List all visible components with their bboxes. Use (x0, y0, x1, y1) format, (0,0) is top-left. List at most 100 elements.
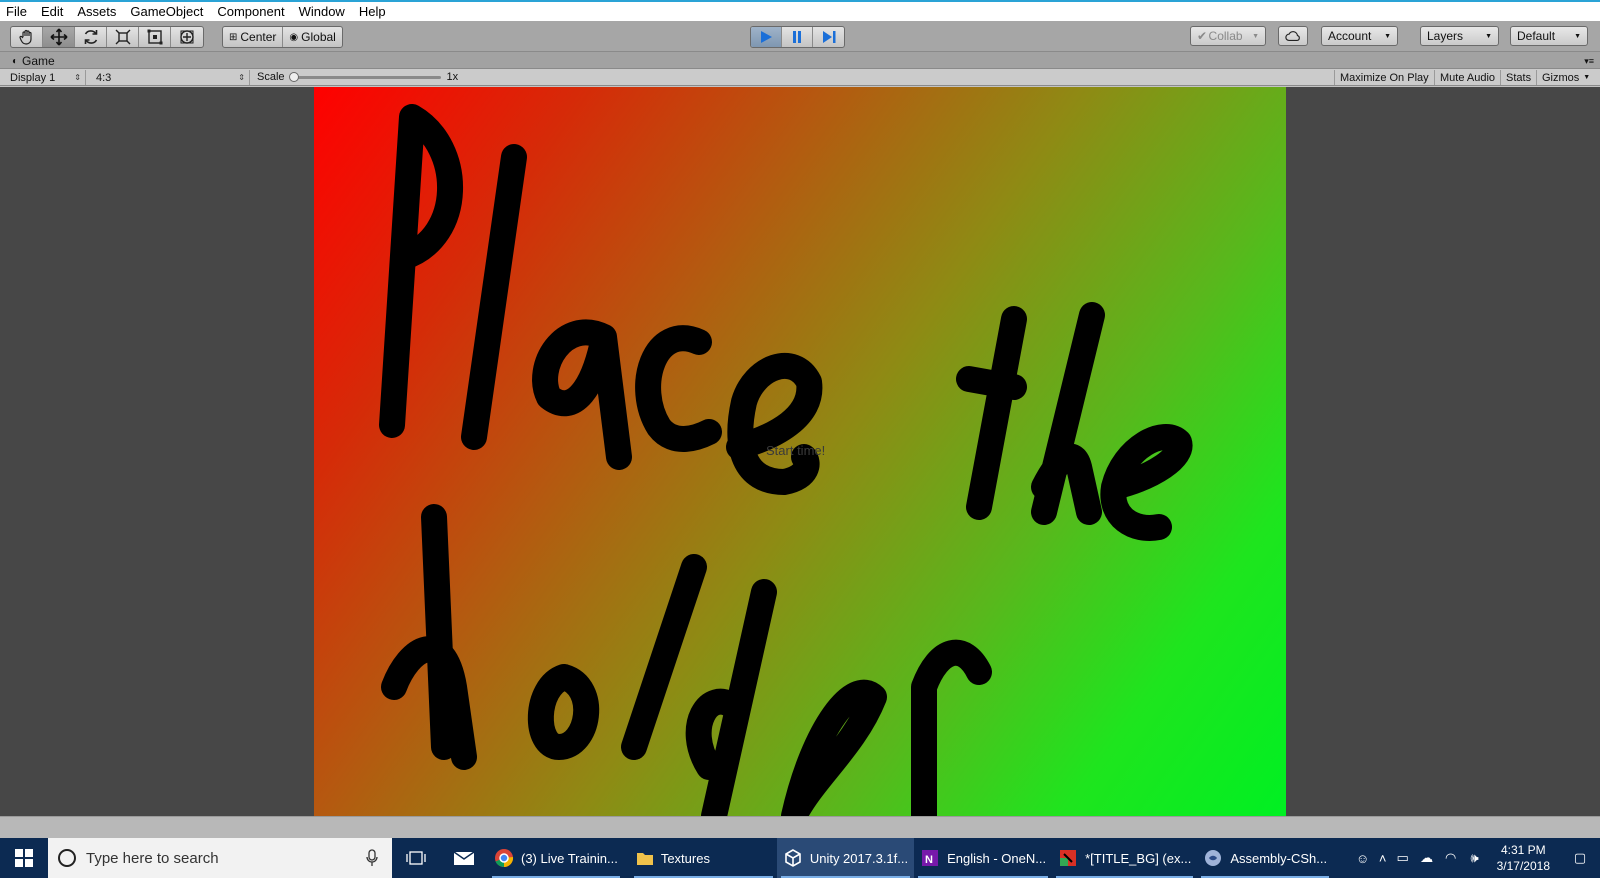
pause-button[interactable] (782, 27, 813, 47)
aspect-dropdown[interactable]: 4:3 ⇕ (92, 70, 250, 85)
move-tool-button[interactable] (43, 27, 75, 47)
caret-down-icon: ▼ (1583, 74, 1591, 81)
onenote-icon: N (922, 850, 939, 866)
menu-edit[interactable]: Edit (41, 4, 63, 19)
panel-menu-icon[interactable]: ▾≡ (1584, 56, 1594, 67)
step-button[interactable] (813, 27, 844, 47)
clock-date: 3/17/2018 (1496, 859, 1550, 873)
gizmos-dropdown[interactable]: Gizmos ▼ (1536, 70, 1595, 85)
action-center-icon[interactable]: ▢ (1560, 838, 1600, 878)
pivot-center-button[interactable]: ⊞ Center (223, 27, 284, 47)
taskbar-clock[interactable]: 4:31 PM 3/17/2018 (1487, 842, 1560, 874)
display-dropdown[interactable]: Display 1 ⇕ (6, 70, 86, 85)
layout-dropdown[interactable]: Default ▼ (1510, 26, 1588, 46)
app-label: Assembly-CSh... (1230, 850, 1328, 866)
menu-help[interactable]: Help (359, 4, 386, 19)
onedrive-icon[interactable]: ☁ (1415, 838, 1439, 878)
pivot-global-label: Global (301, 30, 336, 44)
caret-down-icon: ▼ (1574, 32, 1581, 40)
account-dropdown[interactable]: Account ▼ (1321, 26, 1398, 46)
game-view: Start time! (0, 87, 1600, 816)
app-label: *[TITLE_BG] (ex... (1085, 850, 1192, 866)
cortana-icon (58, 849, 76, 867)
scale-slider[interactable] (288, 71, 441, 82)
status-bar (0, 816, 1600, 838)
clock-time: 4:31 PM (1500, 843, 1546, 857)
transform-tool-button[interactable] (171, 27, 203, 47)
caret-down-icon: ▼ (1252, 32, 1259, 40)
taskbar-app-onenote[interactable]: N English - OneN... (914, 838, 1052, 878)
volume-icon[interactable]: 🕪 (1463, 838, 1487, 878)
aspect-label: 4:3 (96, 71, 112, 84)
checkmark-icon: ✔ (1197, 29, 1208, 43)
mute-audio-toggle[interactable]: Mute Audio (1434, 70, 1500, 85)
menu-file[interactable]: File (6, 4, 27, 19)
display-label: Display 1 (10, 71, 56, 84)
wifi-icon[interactable]: ◠ (1439, 838, 1463, 878)
caret-down-icon: ▼ (1384, 32, 1391, 40)
collab-label: Collab (1208, 29, 1243, 43)
transform-icon (180, 30, 194, 44)
chevron-up-icon[interactable]: ˄ (1375, 838, 1391, 878)
taskbar-app-chrome[interactable]: (3) Live Trainin... (488, 838, 624, 878)
collab-dropdown[interactable]: ✔ Collab ▼ (1190, 26, 1266, 46)
game-canvas[interactable]: Start time! (314, 87, 1286, 816)
updown-icon: ⇕ (238, 73, 245, 82)
tab-game[interactable]: ◐ Game (4, 53, 65, 69)
task-view-button[interactable] (392, 838, 440, 878)
start-time-text: Start time! (766, 443, 826, 458)
visualstudio-icon (1205, 850, 1222, 866)
start-button[interactable] (0, 838, 48, 878)
unity-icon (785, 849, 801, 867)
folder-icon (636, 853, 653, 865)
cloud-icon (1285, 31, 1300, 42)
taskbar-app-paint[interactable]: *[TITLE_BG] (ex... (1052, 838, 1197, 878)
taskbar-app-visualstudio[interactable]: Assembly-CSh... (1197, 838, 1333, 878)
taskbar-search-box[interactable]: Type here to search (48, 838, 392, 878)
svg-text:N: N (925, 854, 933, 866)
search-placeholder: Type here to search (86, 849, 219, 867)
menu-assets[interactable]: Assets (77, 4, 116, 19)
app-label: (3) Live Trainin... (521, 850, 618, 866)
pivot-center-label: Center (240, 30, 277, 44)
rect-tool-button[interactable] (139, 27, 171, 47)
layers-dropdown[interactable]: Layers ▼ (1420, 26, 1499, 46)
taskbar-app-explorer[interactable]: Textures (630, 838, 777, 878)
caret-down-icon: ▼ (1485, 32, 1492, 40)
layout-label: Default (1517, 29, 1556, 43)
system-tray: ☺ ˄ ▭ ☁ ◠ 🕪 4:31 PM 3/17/2018 ▢ (1351, 838, 1600, 878)
transform-tools (10, 26, 204, 48)
app-label: Unity 2017.3.1f... (809, 850, 909, 866)
scale-label: Scale (257, 71, 285, 83)
maximize-on-play-toggle[interactable]: Maximize On Play (1334, 70, 1434, 85)
play-button[interactable] (751, 27, 782, 47)
cloud-button[interactable] (1278, 26, 1308, 46)
battery-icon[interactable]: ▭ (1391, 838, 1415, 878)
people-icon[interactable]: ☺ (1351, 838, 1375, 878)
stats-label: Stats (1506, 71, 1532, 84)
updown-icon: ⇕ (74, 73, 81, 82)
rotate-icon (84, 30, 97, 44)
scale-slider-handle[interactable] (288, 71, 299, 82)
microphone-icon[interactable] (366, 849, 378, 867)
step-icon (822, 31, 835, 43)
mail-button[interactable] (440, 838, 488, 878)
account-label: Account (1328, 29, 1372, 43)
stats-toggle[interactable]: Stats (1500, 70, 1536, 85)
menu-window[interactable]: Window (299, 4, 345, 19)
menu-gameobject[interactable]: GameObject (130, 4, 203, 19)
move-icon (49, 28, 68, 46)
paint-icon (1060, 850, 1077, 866)
mute-label: Mute Audio (1440, 71, 1496, 84)
taskbar-app-unity[interactable]: Unity 2017.3.1f... (776, 838, 915, 878)
globe-icon: ◉ (289, 31, 299, 43)
hand-tool-button[interactable] (11, 27, 43, 47)
scale-tool-button[interactable] (107, 27, 139, 47)
pivot-global-button[interactable]: ◉ Global (283, 27, 341, 47)
main-toolbar: ⊞ Center ◉ Global ✔ Collab ▼ Account ▼ L… (0, 21, 1600, 52)
menu-component[interactable]: Component (217, 4, 284, 19)
chrome-icon (495, 849, 514, 868)
task-view-icon (406, 851, 426, 865)
rotate-tool-button[interactable] (75, 27, 107, 47)
app-label: English - OneN... (947, 850, 1047, 866)
